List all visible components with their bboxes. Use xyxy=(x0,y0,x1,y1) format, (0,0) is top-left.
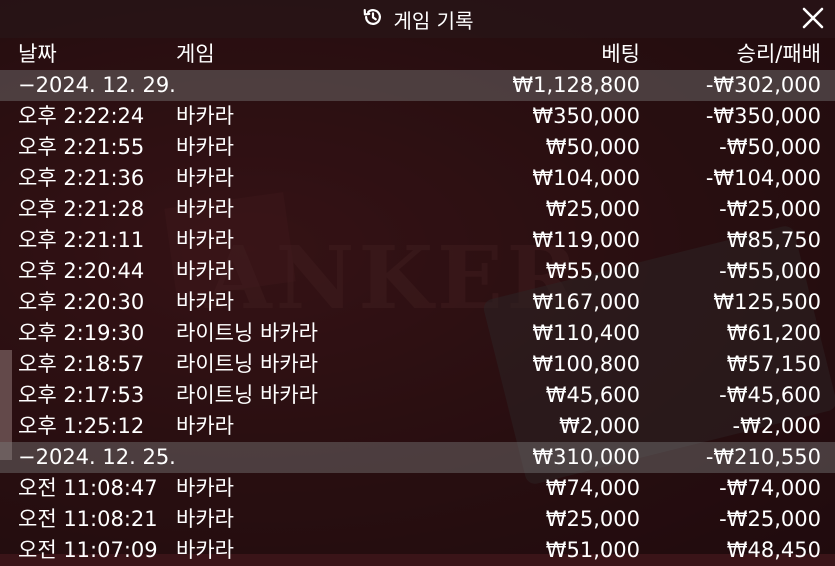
column-header-result: 승리/패배 xyxy=(736,42,821,66)
row-result: ₩61,200 xyxy=(726,321,821,345)
row-bet: ₩45,600 xyxy=(545,383,640,407)
row-bet: ₩55,000 xyxy=(545,259,640,283)
row-date: 오후 2:21:36 xyxy=(18,166,145,190)
row-game: 바카라 xyxy=(176,228,234,252)
row-game: 바카라 xyxy=(176,197,234,221)
row-result: -₩50,000 xyxy=(719,135,821,159)
row-game: 바카라 xyxy=(176,135,234,159)
table-row: 오후 2:20:44 바카라 ₩55,000 -₩55,000 xyxy=(0,256,835,287)
row-game: 바카라 xyxy=(176,290,234,314)
row-bet: ₩350,000 xyxy=(532,104,640,128)
row-date: −2024. 12. 29. xyxy=(18,73,176,97)
table-row: 오전 11:08:21 바카라 ₩25,000 -₩25,000 xyxy=(0,504,835,535)
table-row: 오후 1:25:12 바카라 ₩2,000 -₩2,000 xyxy=(0,411,835,442)
date-group-row[interactable]: −2024. 12. 29. ₩1,128,800 -₩302,000 xyxy=(0,70,835,101)
row-result: ₩57,150 xyxy=(726,352,821,376)
row-date: 오후 2:21:28 xyxy=(18,197,145,221)
row-bet: ₩167,000 xyxy=(532,290,640,314)
row-result: -₩25,000 xyxy=(719,507,821,531)
table-row: 오후 2:19:30 라이트닝 바카라 ₩110,400 ₩61,200 xyxy=(0,318,835,349)
row-date: 오전 11:07:09 xyxy=(18,538,158,562)
row-bet: ₩119,000 xyxy=(532,228,640,252)
history-table-body: −2024. 12. 29. ₩1,128,800 -₩302,000 오후 2:22… xyxy=(0,70,835,566)
history-title-bar: 게임 기록 xyxy=(0,0,835,38)
row-date: 오후 2:22:24 xyxy=(18,104,145,128)
row-bet: ₩50,000 xyxy=(545,135,640,159)
row-bet: ₩2,000 xyxy=(559,414,640,438)
table-row: 오후 2:20:30 바카라 ₩167,000 ₩125,500 xyxy=(0,287,835,318)
row-date: −2024. 12. 25. xyxy=(18,445,176,469)
table-row: 오후 2:21:36 바카라 ₩104,000 -₩104,000 xyxy=(0,163,835,194)
row-game: 라이트닝 바카라 xyxy=(176,383,318,407)
table-row: 오후 2:22:24 바카라 ₩350,000 -₩350,000 xyxy=(0,101,835,132)
row-game: 바카라 xyxy=(176,166,234,190)
table-row: 오후 2:18:57 라이트닝 바카라 ₩100,800 ₩57,150 xyxy=(0,349,835,380)
row-date: 오후 2:18:57 xyxy=(18,352,145,376)
row-game: 바카라 xyxy=(176,414,234,438)
row-bet: ₩104,000 xyxy=(532,166,640,190)
row-result: -₩104,000 xyxy=(705,166,821,190)
row-game: 라이트닝 바카라 xyxy=(176,352,318,376)
row-date: 오후 2:20:30 xyxy=(18,290,145,314)
row-result: -₩55,000 xyxy=(719,259,821,283)
row-result: -₩25,000 xyxy=(719,197,821,221)
row-game: 바카라 xyxy=(176,476,234,500)
date-group-row[interactable]: −2024. 12. 25. ₩310,000 -₩210,550 xyxy=(0,442,835,473)
column-header-game: 게임 xyxy=(176,42,215,66)
row-result: ₩48,450 xyxy=(726,538,821,562)
row-result: -₩302,000 xyxy=(705,73,821,97)
row-result: -₩74,000 xyxy=(719,476,821,500)
row-date: 오전 11:08:21 xyxy=(18,507,158,531)
row-date: 오후 1:25:12 xyxy=(18,414,145,438)
row-bet: ₩1,128,800 xyxy=(512,73,640,97)
row-result: ₩125,500 xyxy=(713,290,821,314)
row-game: 바카라 xyxy=(176,507,234,531)
row-game: 라이트닝 바카라 xyxy=(176,321,318,345)
row-date: 오후 2:21:55 xyxy=(18,135,145,159)
row-date: 오후 2:17:53 xyxy=(18,383,145,407)
row-bet: ₩51,000 xyxy=(545,538,640,562)
row-game: 바카라 xyxy=(176,538,234,562)
page-title: 게임 기록 xyxy=(393,8,474,33)
row-bet: ₩74,000 xyxy=(545,476,640,500)
row-result: -₩2,000 xyxy=(732,414,821,438)
row-result: ₩85,750 xyxy=(726,228,821,252)
row-result: -₩210,550 xyxy=(705,445,821,469)
table-row: 오후 2:21:11 바카라 ₩119,000 ₩85,750 xyxy=(0,225,835,256)
row-bet: ₩110,400 xyxy=(532,321,640,345)
row-date: 오후 2:20:44 xyxy=(18,259,145,283)
table-row: 오전 11:07:09 바카라 ₩51,000 ₩48,450 xyxy=(0,535,835,566)
close-icon xyxy=(802,7,824,29)
table-header: 날짜 게임 베팅 승리/패배 xyxy=(0,38,835,70)
row-bet: ₩310,000 xyxy=(532,445,640,469)
row-date: 오후 2:19:30 xyxy=(18,321,145,345)
row-result: -₩45,600 xyxy=(719,383,821,407)
row-bet: ₩25,000 xyxy=(545,507,640,531)
table-row: 오후 2:17:53 라이트닝 바카라 ₩45,600 -₩45,600 xyxy=(0,380,835,411)
column-header-date: 날짜 xyxy=(18,42,57,66)
row-bet: ₩25,000 xyxy=(545,197,640,221)
table-row: 오전 11:08:47 바카라 ₩74,000 -₩74,000 xyxy=(0,473,835,504)
column-header-bet: 베팅 xyxy=(601,42,640,66)
row-date: 오후 2:21:11 xyxy=(18,228,145,252)
history-icon xyxy=(362,6,384,32)
row-date: 오전 11:08:47 xyxy=(18,476,158,500)
close-button[interactable] xyxy=(799,4,827,32)
table-row: 오후 2:21:55 바카라 ₩50,000 -₩50,000 xyxy=(0,132,835,163)
row-bet: ₩100,800 xyxy=(532,352,640,376)
row-game: 바카라 xyxy=(176,259,234,283)
row-result: -₩350,000 xyxy=(705,104,821,128)
table-row: 오후 2:21:28 바카라 ₩25,000 -₩25,000 xyxy=(0,194,835,225)
row-game: 바카라 xyxy=(176,104,234,128)
